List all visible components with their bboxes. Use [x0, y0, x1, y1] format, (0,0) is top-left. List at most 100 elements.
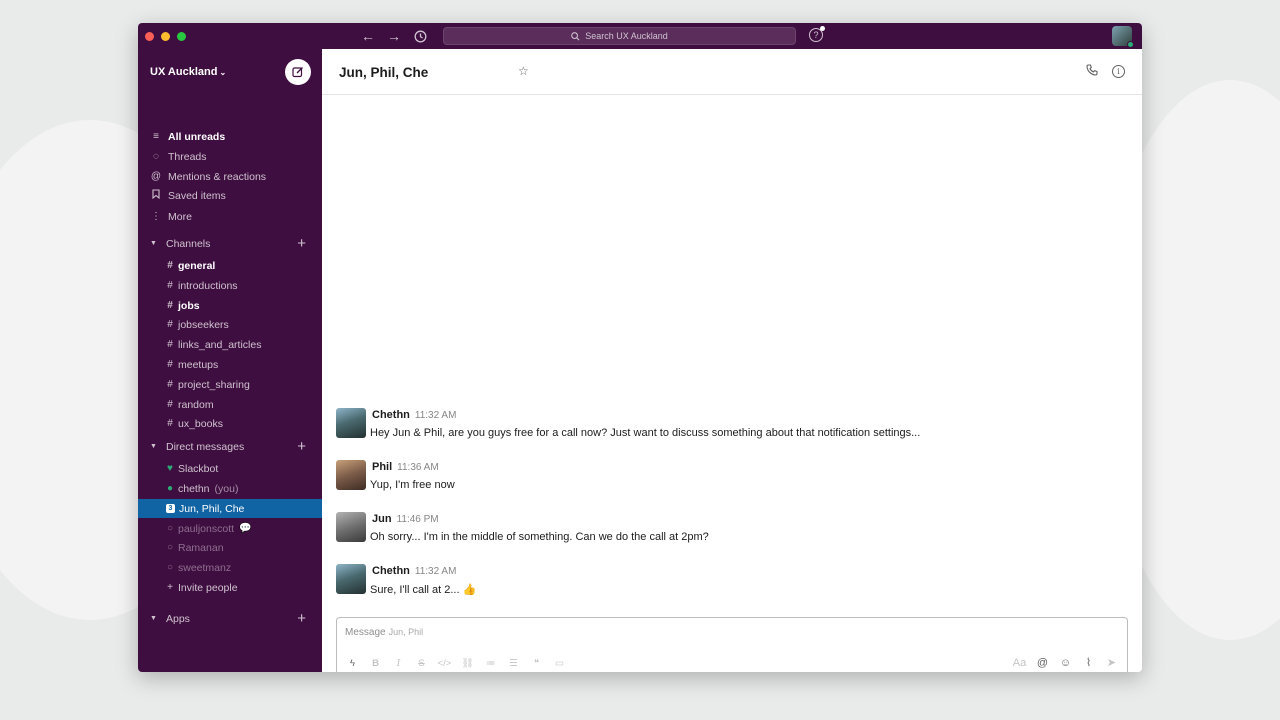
message-author[interactable]: Phil 11:36 AM: [372, 461, 439, 473]
dm-label: pauljonscott: [178, 522, 235, 535]
minimize-window-button[interactable]: [161, 31, 170, 41]
channel-label: jobs: [178, 299, 200, 312]
caret-down-icon: ▼: [150, 240, 157, 247]
hash-icon: #: [167, 260, 173, 271]
add-app-button[interactable]: +: [297, 610, 306, 627]
history-icon[interactable]: [412, 27, 428, 45]
composer-actions: Aa @ ☺ ⌇ ➤: [1012, 656, 1119, 670]
avatar[interactable]: [336, 512, 366, 542]
sidebar-item-jobs[interactable]: # jobs: [138, 296, 322, 315]
avatar[interactable]: [336, 408, 366, 438]
sidebar-item-mentions[interactable]: @ Mentions & reactions: [138, 167, 322, 186]
user-avatar[interactable]: [1112, 26, 1134, 48]
message-time[interactable]: 11:46 PM: [397, 514, 439, 525]
text-format-icon[interactable]: Aa: [1012, 657, 1027, 669]
message-input[interactable]: Message Jun, Phil: [345, 627, 423, 638]
channel-label: links_and_articles: [178, 338, 262, 351]
send-icon[interactable]: ➤: [1104, 656, 1119, 669]
channel-title[interactable]: Jun, Phil, Che: [339, 65, 428, 80]
history-nav: ← →: [360, 27, 428, 45]
mention-icon[interactable]: @: [1035, 657, 1050, 669]
link-icon[interactable]: ⛓: [460, 658, 475, 669]
compose-icon: [292, 67, 303, 78]
sidebar-item-jun-phil-che[interactable]: 3 Jun, Phil, Che: [138, 499, 322, 518]
shortcuts-icon[interactable]: ϟ: [345, 658, 360, 669]
code-icon[interactable]: </>: [437, 658, 452, 669]
info-icon[interactable]: i: [1112, 65, 1125, 78]
search-placeholder: Search UX Auckland: [585, 31, 668, 41]
apps-section-header[interactable]: ▼ Apps +: [138, 609, 322, 628]
sidebar-item-links-and-articles[interactable]: # links_and_articles: [138, 335, 322, 354]
sidebar-item-ramanan[interactable]: ○ Ramanan: [138, 538, 322, 557]
section-label: Direct messages: [166, 440, 245, 453]
channel-label: project_sharing: [178, 378, 250, 391]
message-time[interactable]: 11:36 AM: [397, 462, 439, 473]
bold-icon[interactable]: B: [368, 658, 383, 669]
sidebar-item-ux-books[interactable]: # ux_books: [138, 414, 322, 433]
phone-icon[interactable]: [1086, 64, 1098, 79]
message-author[interactable]: Chethn 11:32 AM: [372, 409, 456, 421]
close-window-button[interactable]: [145, 31, 154, 41]
speech-bubble-icon: 💬: [239, 523, 252, 534]
sidebar: UX Auckland ⌄ ≡ All unreads ◌ Threads @ M…: [138, 49, 322, 672]
sidebar-item-all-unreads[interactable]: ≡ All unreads: [138, 127, 322, 146]
italic-icon[interactable]: I: [391, 658, 406, 669]
sidebar-item-label: Saved items: [168, 189, 226, 202]
add-dm-button[interactable]: +: [297, 438, 306, 455]
attachment-icon[interactable]: ⌇: [1081, 656, 1096, 669]
add-channel-button[interactable]: +: [297, 235, 306, 252]
message-composer[interactable]: Message Jun, Phil ϟ B I S </> ⛓ ≔ ☰ ❝ ▭ A…: [336, 617, 1128, 672]
sidebar-item-label: All unreads: [168, 130, 226, 143]
back-arrow-icon[interactable]: ←: [360, 27, 376, 45]
sidebar-item-introductions[interactable]: # introductions: [138, 276, 322, 295]
emoji-icon[interactable]: ☺: [1058, 657, 1073, 669]
sidebar-item-threads[interactable]: ◌ Threads: [138, 147, 322, 166]
ordered-list-icon[interactable]: ≔: [483, 658, 498, 669]
star-icon[interactable]: ☆: [518, 64, 529, 78]
avatar[interactable]: [336, 564, 366, 594]
sidebar-item-random[interactable]: # random: [138, 395, 322, 414]
bulleted-list-icon[interactable]: ☰: [506, 658, 521, 669]
channel-label: jobseekers: [178, 318, 229, 331]
code-block-icon[interactable]: ▭: [552, 658, 567, 669]
sidebar-item-saved[interactable]: Saved items: [138, 186, 322, 205]
hash-icon: #: [167, 359, 173, 370]
sidebar-item-jobseekers[interactable]: # jobseekers: [138, 315, 322, 334]
sidebar-item-general[interactable]: # general: [138, 256, 322, 275]
message-author[interactable]: Jun 11:46 PM: [372, 513, 439, 525]
message-time[interactable]: 11:32 AM: [415, 410, 457, 421]
sidebar-item-chethn[interactable]: ● chethn (you): [138, 479, 322, 498]
sidebar-item-more[interactable]: ⋮ More: [138, 207, 322, 226]
invite-people-button[interactable]: + Invite people: [138, 578, 322, 597]
sidebar-item-slackbot[interactable]: ♥ Slackbot: [138, 459, 322, 478]
sidebar-item-project-sharing[interactable]: # project_sharing: [138, 375, 322, 394]
forward-arrow-icon[interactable]: →: [386, 27, 402, 45]
workspace-menu[interactable]: UX Auckland ⌄: [150, 66, 226, 78]
hash-icon: #: [167, 418, 173, 429]
author-name: Jun: [372, 513, 392, 525]
dm-section-header[interactable]: ▼ Direct messages +: [138, 437, 322, 456]
message-text: Hey Jun & Phil, are you guys free for a …: [370, 427, 921, 439]
workspace-name: UX Auckland: [150, 66, 218, 78]
composer-recipients: Jun, Phil: [388, 627, 424, 637]
message-time[interactable]: 11:32 AM: [415, 566, 457, 577]
sidebar-item-meetups[interactable]: # meetups: [138, 355, 322, 374]
channel-label: general: [178, 259, 216, 272]
blockquote-icon[interactable]: ❝: [529, 658, 544, 669]
sidebar-item-pauljonscott[interactable]: ○ pauljonscott 💬: [138, 519, 322, 538]
channels-section-header[interactable]: ▼ Channels +: [138, 234, 322, 253]
zoom-window-button[interactable]: [177, 31, 186, 41]
conversation-pane: Jun, Phil, Che ☆ i Chethn 11:32 AM Hey Ju…: [322, 49, 1142, 672]
you-suffix: (you): [214, 482, 239, 495]
message-author[interactable]: Chethn 11:32 AM: [372, 565, 456, 577]
search-bar[interactable]: Search UX Auckland: [443, 27, 796, 45]
search-icon: [571, 31, 580, 40]
avatar[interactable]: [336, 460, 366, 490]
plus-icon: +: [167, 582, 173, 593]
dm-label: Ramanan: [178, 541, 224, 554]
compose-button[interactable]: [285, 59, 311, 85]
app-window: ← → Search UX Auckland ? UX Auckland ⌄ ≡ …: [138, 23, 1142, 672]
sidebar-item-sweetmanz[interactable]: ○ sweetmanz: [138, 558, 322, 577]
strikethrough-icon[interactable]: S: [414, 658, 429, 669]
online-status-icon: [1127, 41, 1134, 48]
